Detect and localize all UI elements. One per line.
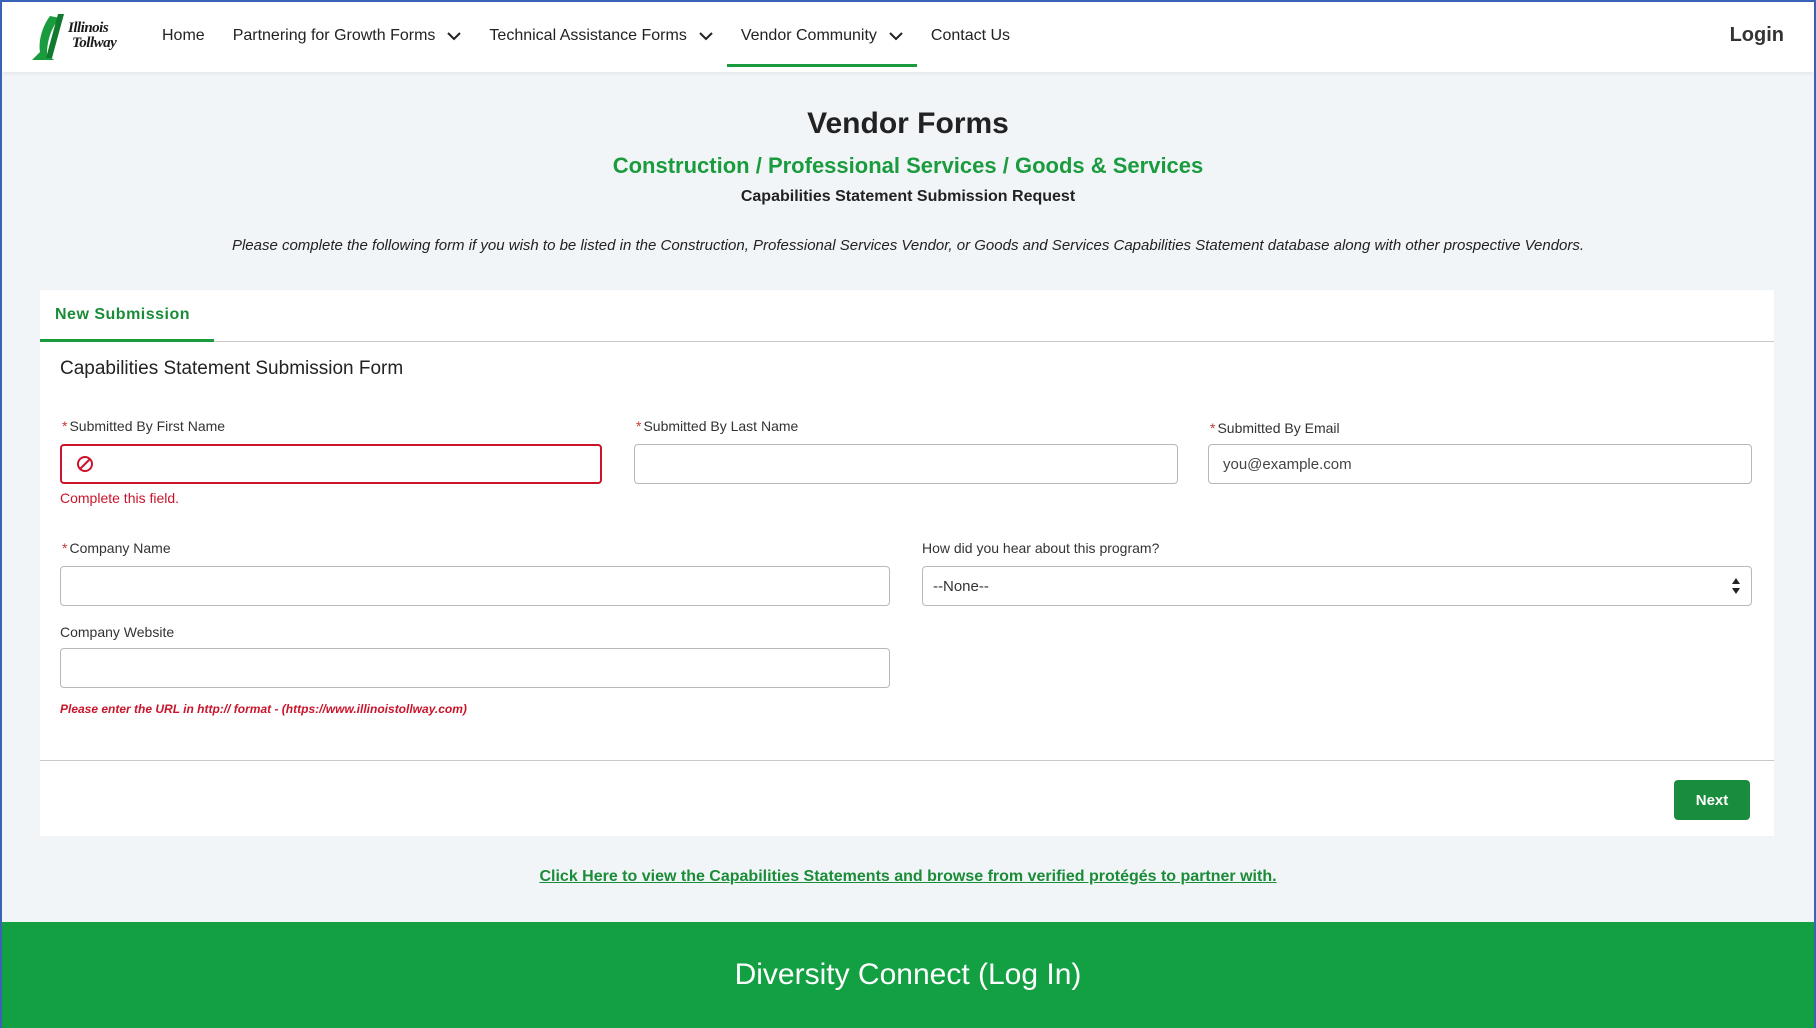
page-subtitle: Construction / Professional Services / G…: [612, 153, 1204, 178]
first-name-label: * Submitted By First Name: [62, 418, 225, 434]
logo-line-1: Illinois: [68, 20, 109, 36]
chevron-down-icon: [889, 31, 903, 40]
hear-about-select[interactable]: --None--: [922, 566, 1752, 606]
submission-card: New Submission Capabilities Statement Su…: [40, 290, 1774, 836]
last-name-field[interactable]: [634, 444, 1178, 484]
nav-item-label: Vendor Community: [740, 27, 877, 44]
first-name-field[interactable]: [60, 444, 602, 484]
company-name-field[interactable]: [60, 566, 890, 606]
request-heading: Capabilities Statement Submission Reques…: [740, 188, 1076, 205]
last-name-label-text: Submitted By Last Name: [643, 418, 799, 434]
nav-item-technical-assistance-forms[interactable]: Technical Assistance Forms: [475, 2, 726, 70]
chevron-down-icon: [699, 31, 713, 40]
error-icon: [77, 456, 93, 472]
email-placeholder: you@example.com: [1223, 455, 1352, 473]
tab-new-submission[interactable]: New Submission: [40, 290, 214, 342]
chevron-down-icon: [447, 31, 462, 40]
nav-item-label: Contact Us: [930, 27, 1011, 44]
nav-item-label: Partnering for Growth Forms: [232, 27, 436, 44]
nav-item-label: Technical Assistance Forms: [489, 27, 687, 44]
required-marker: *: [62, 418, 68, 434]
nav-item-home[interactable]: Home: [148, 2, 219, 70]
illinois-tollway-logo[interactable]: Illinois Tollway: [28, 12, 124, 62]
last-name-label: * Submitted By Last Name: [636, 418, 798, 434]
page-title: Vendor Forms: [807, 107, 1009, 140]
form-title: Capabilities Statement Submission Form: [60, 358, 404, 379]
company-website-label: Company Website: [60, 624, 175, 640]
company-name-label-text: Company Name: [69, 540, 171, 556]
nav-item-vendor-community[interactable]: Vendor Community: [726, 2, 917, 70]
email-label-text: Submitted By Email: [1217, 420, 1340, 436]
nav-item-partnering-for-growth-forms[interactable]: Partnering for Growth Forms: [219, 2, 476, 70]
email-field[interactable]: you@example.com: [1208, 444, 1752, 484]
required-marker: *: [1210, 420, 1216, 436]
select-arrows-icon: [1732, 578, 1740, 594]
hear-about-label: How did you hear about this program?: [922, 540, 1160, 556]
hear-about-selected-value: --None--: [933, 577, 989, 595]
nav-item-label: Home: [162, 27, 205, 44]
next-button[interactable]: Next: [1674, 780, 1750, 820]
card-footer-divider: [40, 760, 1774, 761]
top-navigation-bar: Illinois Tollway Home Partnering for Gro…: [2, 2, 1814, 72]
company-website-field[interactable]: [60, 648, 890, 688]
nav-item-contact-us[interactable]: Contact Us: [917, 2, 1024, 70]
diversity-connect-banner[interactable]: Diversity Connect (Log In): [2, 922, 1814, 1028]
first-name-error-message: Complete this field.: [60, 490, 180, 506]
tab-bar: New Submission: [40, 290, 1774, 342]
required-marker: *: [62, 540, 68, 556]
email-label: * Submitted By Email: [1210, 420, 1340, 436]
instructions-text: Please complete the following form if yo…: [231, 237, 1585, 254]
login-link[interactable]: Login: [1730, 24, 1784, 47]
logo-wordmark: Illinois Tollway: [68, 20, 117, 51]
browse-capabilities-link[interactable]: Click Here to view the Capabilities Stat…: [2, 868, 1814, 886]
company-name-label: * Company Name: [62, 540, 171, 556]
required-marker: *: [636, 418, 642, 434]
url-format-note: Please enter the URL in http:// format -…: [60, 702, 467, 716]
logo-line-2: Tollway: [72, 35, 117, 51]
first-name-label-text: Submitted By First Name: [69, 418, 226, 434]
diversity-connect-label: Diversity Connect (Log In): [734, 958, 1082, 991]
main-nav: Home Partnering for Growth Forms Technic…: [148, 2, 1024, 70]
